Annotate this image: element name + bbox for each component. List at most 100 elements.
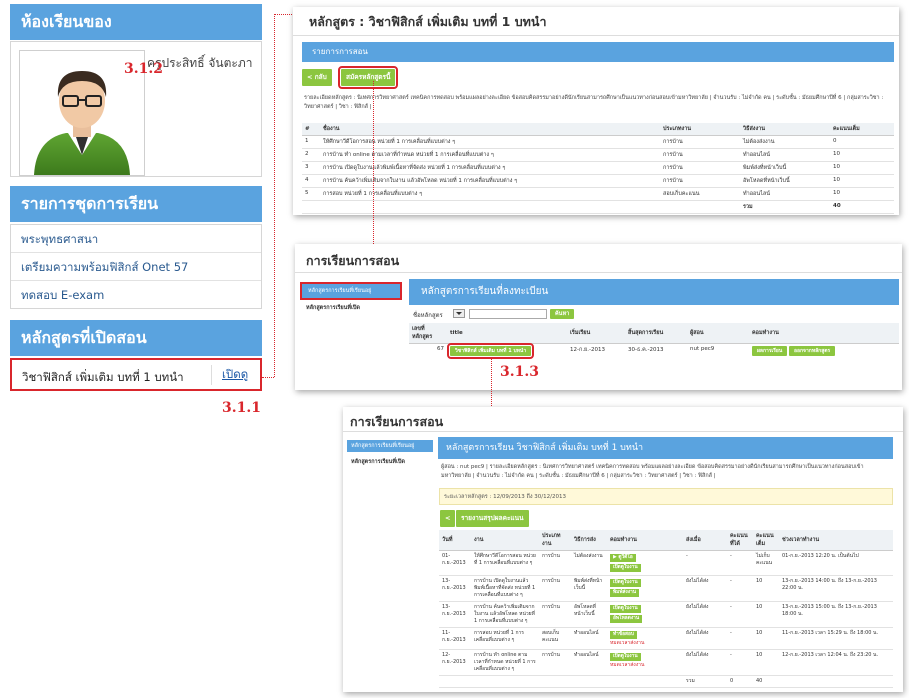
teaching-title: การเรียนการสอน <box>306 253 400 268</box>
cell: การบ้าน ค้นคว้าเพิ่มเติมจากใบงาน แล้วอัพ… <box>320 174 660 188</box>
task-actions: เปิดดูใบงาน หมดเวลาส่งงาน <box>607 649 683 676</box>
back-button[interactable]: < <box>440 510 456 527</box>
apply-course-button[interactable]: สมัครหลักสูตรนี้ <box>337 66 399 89</box>
connector-line <box>274 14 275 377</box>
cell: 10 <box>830 148 894 162</box>
task-actions: เปิดดูใบงานพิมพ์ส่งงาน <box>607 575 683 602</box>
total-label: รวม <box>683 675 727 688</box>
col-header: ช่วงเวลาทำงาน <box>779 530 893 551</box>
table-total-row: รวม 40 <box>302 200 894 214</box>
cell: สอบเก็บคะแนน <box>539 627 571 650</box>
col-header: วิธีส่งงาน <box>740 123 830 136</box>
classroom-heading: ห้องเรียนของ <box>10 4 262 40</box>
cell: อัพโหลดที่หน้าเว็บนี้ <box>571 601 607 628</box>
col-header: คะแนนเต็ม <box>830 123 894 136</box>
cell: ไม่ต้องส่งงาน <box>740 135 830 149</box>
cell: ยังไม่ได้ส่ง <box>683 649 727 676</box>
nav-enrolled-courses[interactable]: หลักสูตรการเรียนที่เรียนอยู่ <box>300 282 402 300</box>
col-header: วิธีการส่ง <box>571 530 607 551</box>
total-score: 0 <box>727 675 753 688</box>
task-action-button[interactable]: เปิดดูใบงาน <box>610 564 641 572</box>
col-header: เริ่มเรียน <box>567 323 625 344</box>
cell: - <box>727 627 753 650</box>
cell: - <box>727 601 753 628</box>
col-header: งาน <box>471 530 539 551</box>
course-description: รายละเอียดหลักสูตร : นิเทศการวิทยาศาสตร์… <box>304 95 884 110</box>
col-header: title <box>447 323 567 344</box>
score-report-button[interactable]: รายงานสรุปผลคะแนน <box>456 510 529 527</box>
cell: 10 <box>830 161 894 175</box>
step-label-3-1-3: 3.1.3 <box>500 364 539 380</box>
cell: 10 <box>830 174 894 188</box>
cell: 10 <box>830 187 894 201</box>
cell: - <box>727 575 753 602</box>
task-action-button[interactable]: พิมพ์ส่งงาน <box>610 589 640 597</box>
table-total-row: รวม 0 40 <box>439 675 893 688</box>
col-header: # <box>302 123 320 136</box>
task-action-button[interactable]: เปิดดูใบงาน <box>610 653 641 661</box>
assignment-list-bar: รายการการสอน <box>302 42 894 62</box>
task-actions: ทำข้อสอบ หมดเวลาส่งงาน <box>607 627 683 650</box>
course-start: 12-ก.ย.-2013 <box>570 347 606 353</box>
task-actions: เปิดดูใบงานอัพโหลดงาน <box>607 601 683 628</box>
task-action-button[interactable]: เปิดดูใบงาน <box>610 579 641 587</box>
table-row: 11-ก.ย.-2013 การสอบ หน่วยที่ 1 การเคลื่อน… <box>439 627 893 650</box>
task-action-button[interactable]: อัพโหลดงาน <box>610 615 643 623</box>
nav-open-courses[interactable]: หลักสูตรการเรียนที่เปิด <box>351 458 405 466</box>
cell: 12-ก.ย.-2013 เวลา 12:04 น. ถึง 23:20 น. <box>779 649 893 676</box>
task-actions: ▶ ดูวีดีโอเปิดดูใบงาน <box>607 550 683 576</box>
registered-course-table: เลขที่หลักสูตร title เริ่มเรียน สิ้นสุดก… <box>409 323 899 359</box>
table-row: 5 การสอบ หน่วยที่ 1 การเคลื่อนที่แบบต่าง … <box>302 187 894 201</box>
cell: การสอบ หน่วยที่ 1 การเคลื่อนที่แบบต่าง ๆ <box>471 627 539 650</box>
task-action-button[interactable]: เปิดดูใบงาน <box>610 605 641 613</box>
cell: การบ้าน <box>539 601 571 628</box>
cell: ทำออนไลน์ <box>740 148 830 162</box>
total-label: รวม <box>740 200 830 214</box>
connector-line <box>491 358 492 410</box>
task-action-button[interactable]: ทำข้อสอบ <box>610 631 637 639</box>
connector-line <box>274 14 292 15</box>
open-course-view-link[interactable]: เปิดดู <box>211 365 257 385</box>
cell: - <box>727 649 753 676</box>
registered-courses-bar: หลักสูตรการเรียนที่ลงทะเบียน <box>409 279 899 305</box>
filter-label: ชื่อหลักสูตร <box>413 312 443 319</box>
cell: อัพโหลดที่หน้าเว็บนี้ <box>740 174 830 188</box>
search-input[interactable] <box>469 309 547 319</box>
col-header: สิ้นสุดการเรียน <box>625 323 687 344</box>
leave-course-button[interactable]: ออกจากหลักสูตร <box>789 346 836 356</box>
total-full: 40 <box>753 675 779 688</box>
cell: ไม่เก็บคะแนน <box>753 550 779 576</box>
enrolled-courses-screenshot: การเรียนการสอน หลักสูตรการเรียนที่เรียนอ… <box>295 244 902 390</box>
divider <box>343 431 903 432</box>
course-bar: หลักสูตรการเรียน วิชาฟิสิกส์ เพิ่มเติม บ… <box>438 437 893 459</box>
col-header: ชื่องาน <box>320 123 660 136</box>
courseset-item[interactable]: เตรียมความพร้อมฟิสิกส์ Onet 57 <box>11 253 261 281</box>
table-row: 4 การบ้าน ค้นคว้าเพิ่มเติมจากใบงาน แล้วอั… <box>302 174 894 188</box>
cell: 10 <box>753 649 779 676</box>
cell: 2 <box>302 148 320 162</box>
back-button[interactable]: < กลับ <box>302 69 332 86</box>
cell: การบ้าน เปิดดูใบงานแล้วพิมพ์เนื้อหาที่จั… <box>320 161 660 175</box>
courseset-item[interactable]: พระพุทธศาสนา <box>11 225 261 253</box>
course-title-button[interactable]: วิชาฟิสิกส์ เพิ่มเติม บทที่ 1 บทนำ <box>446 343 535 359</box>
courseset-item[interactable]: ทดสอบ E-exam <box>11 281 261 309</box>
divider <box>295 272 902 273</box>
task-table-body: 01-ก.ย.-2013 ให้ศึกษาวีดีโอการสอน หน่วยที… <box>439 550 893 688</box>
col-header: คะแนนที่ได้ <box>727 530 753 551</box>
cell: การสอบ หน่วยที่ 1 การเคลื่อนที่แบบต่าง ๆ <box>320 187 660 201</box>
table-row: 01-ก.ย.-2013 ให้ศึกษาวีดีโอการสอน หน่วยที… <box>439 550 893 576</box>
course-description: ผู้สอน : nut pec9 | รายละเอียดหลักสูตร :… <box>441 464 864 479</box>
nav-enrolled-courses[interactable]: หลักสูตรการเรียนที่เรียนอยู่ <box>347 440 433 452</box>
col-header: คอมทำงาน <box>607 530 683 551</box>
nav-open-courses[interactable]: หลักสูตรการเรียนที่เปิด <box>306 304 360 312</box>
cell: 01-ก.ย.-2013 <box>439 550 471 576</box>
search-button[interactable]: ค้นหา <box>550 309 575 319</box>
filter-dropdown[interactable] <box>453 309 465 318</box>
course-id: 67 <box>437 346 444 352</box>
cell: การบ้าน <box>660 135 740 149</box>
cell: ทำออนไลน์ <box>571 649 607 676</box>
cell: 10 <box>753 575 779 602</box>
task-action-button[interactable]: ▶ ดูวีดีโอ <box>610 554 636 562</box>
results-button[interactable]: ผลการเรียน <box>752 346 788 356</box>
cell: 01-ก.ย.-2013 12:20 น. เป็นต้นไป <box>779 550 893 576</box>
